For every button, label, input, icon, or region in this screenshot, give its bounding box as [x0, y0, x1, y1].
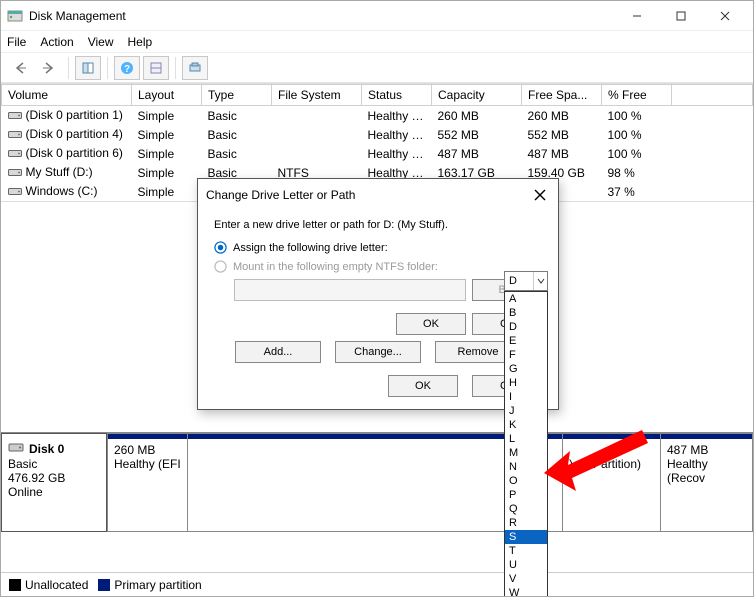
table-row[interactable]: (Disk 0 partition 4)SimpleBasicHealthy (…: [2, 125, 753, 144]
table-header-row: Volume Layout Type File System Status Ca…: [2, 85, 753, 106]
chevron-down-icon: [533, 272, 547, 290]
add-button[interactable]: Add...: [235, 341, 321, 363]
drive-letter-value: D: [505, 275, 533, 287]
app-icon: [7, 8, 23, 24]
drive-letter-option[interactable]: R: [505, 516, 547, 530]
col-pctfree[interactable]: % Free: [602, 85, 672, 106]
disk-info-panel: Disk 0 Basic 476.92 GB Online: [1, 433, 107, 532]
inner-ok-button[interactable]: OK: [396, 313, 466, 335]
disk-management-window: Disk Management File Action View Help ?: [0, 0, 754, 597]
toolbar-button-1[interactable]: [75, 56, 101, 80]
drive-letter-option[interactable]: U: [505, 558, 547, 572]
svg-text:?: ?: [124, 64, 130, 75]
drive-letter-option[interactable]: J: [505, 404, 547, 418]
change-button[interactable]: Change...: [335, 341, 421, 363]
drive-letter-option[interactable]: F: [505, 348, 547, 362]
maximize-button[interactable]: [659, 1, 703, 31]
partition-3[interactable]: )ata Partition): [562, 434, 660, 531]
legend-primary: Primary partition: [98, 578, 201, 592]
partition-row: 260 MB Healthy (EFI )ata Partition) 487 …: [107, 433, 753, 532]
radio-selected-icon: [214, 241, 227, 254]
col-filesystem[interactable]: File System: [272, 85, 362, 106]
below-disk-spacer: [1, 532, 753, 572]
drive-letter-combo[interactable]: D: [504, 271, 548, 291]
drive-letter-option[interactable]: K: [505, 418, 547, 432]
legend-unallocated: Unallocated: [9, 578, 88, 592]
close-button[interactable]: [703, 1, 747, 31]
col-volume[interactable]: Volume: [2, 85, 132, 106]
toolbar-button-3[interactable]: [182, 56, 208, 80]
drive-letter-option[interactable]: S: [505, 530, 547, 544]
drive-letter-option[interactable]: V: [505, 572, 547, 586]
menu-help[interactable]: Help: [128, 35, 153, 49]
help-button[interactable]: ?: [114, 56, 140, 80]
disk-layout-strip: Disk 0 Basic 476.92 GB Online 260 MB Hea…: [1, 432, 753, 532]
disk-icon: [8, 440, 24, 457]
toolbar-button-2[interactable]: [143, 56, 169, 80]
drive-letter-option[interactable]: M: [505, 446, 547, 460]
drive-letter-option[interactable]: T: [505, 544, 547, 558]
toolbar: ?: [1, 53, 753, 83]
back-button[interactable]: [7, 56, 33, 80]
drive-letter-option[interactable]: H: [505, 376, 547, 390]
disk-state: Online: [8, 485, 100, 499]
col-status[interactable]: Status: [362, 85, 432, 106]
drive-letter-option[interactable]: N: [505, 460, 547, 474]
dialog-close-button[interactable]: [530, 185, 550, 205]
mount-folder-radio-row[interactable]: Mount in the following empty NTFS folder…: [214, 260, 542, 273]
assign-letter-label: Assign the following drive letter:: [233, 242, 388, 254]
drive-letter-option[interactable]: D: [505, 320, 547, 334]
drive-letter-option[interactable]: A: [505, 292, 547, 306]
ok-button[interactable]: OK: [388, 375, 458, 397]
drive-letter-option[interactable]: P: [505, 488, 547, 502]
forward-button[interactable]: [36, 56, 62, 80]
table-row[interactable]: (Disk 0 partition 6)SimpleBasicHealthy (…: [2, 144, 753, 163]
dialog-title: Change Drive Letter or Path: [206, 188, 530, 202]
col-layout[interactable]: Layout: [132, 85, 202, 106]
drive-letter-option[interactable]: B: [505, 306, 547, 320]
col-spacer: [672, 85, 753, 106]
dialog-message: Enter a new drive letter or path for D: …: [214, 219, 542, 231]
menu-bar: File Action View Help: [1, 31, 753, 53]
mount-folder-label: Mount in the following empty NTFS folder…: [233, 261, 438, 273]
legend: Unallocated Primary partition: [1, 572, 753, 596]
drive-letter-option[interactable]: Q: [505, 502, 547, 516]
dialog-titlebar: Change Drive Letter or Path: [198, 179, 558, 211]
col-type[interactable]: Type: [202, 85, 272, 106]
menu-file[interactable]: File: [7, 35, 26, 49]
drive-letter-option[interactable]: G: [505, 362, 547, 376]
drive-letter-dropdown[interactable]: ABDEFGHIJKLMNOPQRSTUVWXYZ: [504, 291, 548, 597]
change-drive-letter-dialog: Change Drive Letter or Path Enter a new …: [197, 178, 559, 410]
col-freespace[interactable]: Free Spa...: [522, 85, 602, 106]
drive-letter-option[interactable]: O: [505, 474, 547, 488]
drive-letter-option[interactable]: E: [505, 334, 547, 348]
menu-view[interactable]: View: [88, 35, 114, 49]
drive-letter-option[interactable]: I: [505, 390, 547, 404]
disk-name: Disk 0: [29, 442, 64, 456]
partition-4[interactable]: 487 MB Healthy (Recov: [660, 434, 752, 531]
window-title: Disk Management: [29, 9, 615, 23]
drive-letter-option[interactable]: W: [505, 586, 547, 597]
radio-unselected-icon: [214, 260, 227, 273]
table-row[interactable]: (Disk 0 partition 1)SimpleBasicHealthy (…: [2, 106, 753, 126]
minimize-button[interactable]: [615, 1, 659, 31]
disk-size: 476.92 GB: [8, 471, 100, 485]
title-bar: Disk Management: [1, 1, 753, 31]
drive-letter-option[interactable]: L: [505, 432, 547, 446]
partition-1[interactable]: 260 MB Healthy (EFI: [107, 434, 187, 531]
disk-basic: Basic: [8, 457, 100, 471]
col-capacity[interactable]: Capacity: [432, 85, 522, 106]
mount-folder-input: [234, 279, 466, 301]
menu-action[interactable]: Action: [40, 35, 73, 49]
assign-letter-radio-row[interactable]: Assign the following drive letter:: [214, 241, 542, 254]
